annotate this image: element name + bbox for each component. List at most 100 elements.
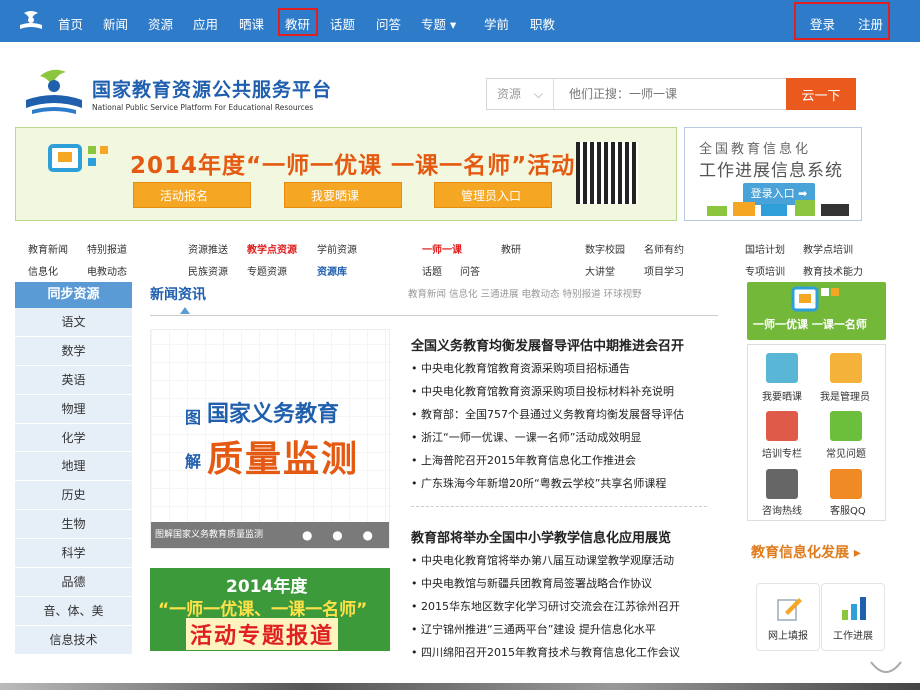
nav-highlight-box (278, 8, 318, 36)
sidebar-item-chinese[interactable]: 语文 (15, 308, 132, 337)
admin-label[interactable]: 我是管理员 (820, 388, 870, 403)
news-item[interactable]: 上海普陀召开2015年教育信息化工作推进会 (411, 449, 721, 472)
qr-code-icon (576, 142, 638, 204)
training-label[interactable]: 培训专栏 (762, 445, 802, 460)
nav-vocational[interactable]: 职教 (530, 14, 555, 33)
activity-banner[interactable]: 2014年度“一师一优课 一课一名师”活动 活动报名 我要晒课 管理员入口 (15, 127, 677, 221)
link-special-report[interactable]: 特别报道 (87, 241, 127, 256)
news-header: 新闻资讯 教育新闻 信息化 三通进展 电教动态 特别报道 环球视野 (150, 282, 718, 316)
news-headline-2[interactable]: 教育部将举办全国中小学教学信息化应用展览 (411, 527, 721, 549)
nav-resources[interactable]: 资源 (148, 14, 173, 33)
sidebar-item-english[interactable]: 英语 (15, 365, 132, 395)
sidebar-item-it[interactable]: 信息技术 (15, 625, 132, 655)
link-resource-push[interactable]: 资源推送 (188, 241, 228, 256)
link-informatization[interactable]: 信息化 (28, 263, 58, 278)
news-tab-indicator (180, 307, 190, 314)
news-item[interactable]: 中央电化教育馆教育资源采购项目投标材料补充说明 (411, 380, 721, 403)
featured-news-slider[interactable]: 图 国家义务教育 解 质量监测 图解国家义务教育质量监测 ● ● ● (150, 329, 390, 549)
link-teaching-research[interactable]: 教研 (501, 241, 521, 256)
link-national-training[interactable]: 国培计划 (745, 241, 785, 256)
nav-news[interactable]: 新闻 (103, 14, 128, 33)
nav-special-dropdown[interactable]: 专题 ▾ (421, 14, 456, 33)
phone-icon[interactable] (766, 469, 798, 499)
show-lesson-button[interactable]: 我要晒课 (284, 182, 402, 208)
bar-chart-icon (842, 597, 866, 620)
news-item[interactable]: 教育部：全国757个县通过义务教育均衡发展督导评估 (411, 403, 721, 426)
news-item[interactable]: 辽宁锦州推进“三通两平台”建设 提升信息化水平 (411, 618, 721, 641)
admin-icon[interactable] (830, 353, 862, 383)
search-category-select[interactable]: 资源 ⌵ (487, 79, 554, 109)
link-edu-news[interactable]: 教育新闻 (28, 241, 68, 256)
news-item[interactable]: 中央电化教育馆教育资源采购项目招标通告 (411, 357, 721, 380)
show-lesson-label[interactable]: 我要晒课 (762, 388, 802, 403)
nav-home[interactable]: 首页 (58, 14, 83, 33)
activity-signup-button[interactable]: 活动报名 (133, 182, 251, 208)
nav-topics[interactable]: 话题 (330, 14, 355, 33)
online-report-tile[interactable]: 网上填报 (756, 583, 820, 651)
top-navigation-bar: 首页 新闻 资源 应用 晒课 教研 话题 问答 专题 ▾ 学前 职教 登录 注册 (0, 0, 920, 42)
admin-entry-button[interactable]: 管理员入口 (434, 182, 552, 208)
site-name: 国家教育资源公共服务平台 (92, 79, 333, 101)
link-teaching-point-training[interactable]: 教学点培训 (803, 241, 853, 256)
news-item[interactable]: 2015华东地区数字化学习研讨交流会在江苏徐州召开 (411, 595, 721, 618)
link-teaching-point-res[interactable]: 教学点资源 (247, 241, 297, 256)
activity-promo-banner[interactable]: 2014年度 “一师一优课、一课一名师” 活动专题报道 (150, 568, 390, 651)
link-special-training[interactable]: 专项培训 (745, 263, 785, 278)
edu-informatization-link[interactable]: 教育信息化发展 ▸ (751, 542, 861, 562)
site-logo-icon[interactable] (18, 9, 44, 33)
link-ethnic-res[interactable]: 民族资源 (188, 263, 228, 278)
link-preschool-res[interactable]: 学前资源 (317, 241, 357, 256)
link-lecture-hall[interactable]: 大讲堂 (585, 263, 615, 278)
hotline-label[interactable]: 咨询热线 (762, 502, 802, 517)
show-lesson-label: 我要晒课 (311, 189, 360, 203)
nav-apps[interactable]: 应用 (193, 14, 218, 33)
sidebar-item-music-pe-art[interactable]: 音、体、美 (15, 596, 132, 626)
link-topic-res[interactable]: 专题资源 (247, 263, 287, 278)
link-famous-teachers[interactable]: 名师有约 (644, 241, 684, 256)
sidebar-item-math[interactable]: 数学 (15, 336, 132, 366)
news-item[interactable]: 中央电化教育馆将举办第八届互动课堂教学观摩活动 (411, 549, 721, 572)
link-topics[interactable]: 话题 (422, 263, 442, 278)
nav-preschool[interactable]: 学前 (484, 14, 509, 33)
faq-label[interactable]: 常见问题 (826, 445, 866, 460)
site-name-en: National Public Service Platform For Edu… (92, 103, 314, 112)
search-input[interactable] (555, 79, 785, 109)
link-project-learning[interactable]: 项目学习 (644, 263, 684, 278)
sidebar-item-morality[interactable]: 品德 (15, 568, 132, 597)
sidebar-item-history[interactable]: 历史 (15, 481, 132, 511)
show-lesson-icon[interactable] (766, 353, 798, 383)
link-av-news[interactable]: 电教动态 (87, 263, 127, 278)
news-item[interactable]: 中央电教馆与新疆兵团教育局签署战略合作协议 (411, 572, 721, 595)
qq-icon[interactable] (830, 469, 862, 499)
link-qa[interactable]: 问答 (460, 263, 480, 278)
search-button[interactable]: 云一下 (786, 78, 856, 110)
info-system-panel[interactable]: 全国教育信息化 工作进展信息系统 登录入口 ➡ (684, 127, 862, 221)
news-item[interactable]: 浙江“一师一优课、一课一名师”活动成效明显 (411, 426, 721, 449)
training-icon[interactable] (766, 411, 798, 441)
qq-label[interactable]: 客服QQ (830, 502, 866, 517)
sidebar-item-chemistry[interactable]: 化学 (15, 423, 132, 453)
promo-line-3: 活动专题报道 (186, 618, 339, 650)
scroll-arc-icon[interactable] (868, 656, 904, 678)
sidebar-item-physics[interactable]: 物理 (15, 394, 132, 424)
news-headline-1[interactable]: 全国义务教育均衡发展督导评估中期推进会召开 (411, 335, 721, 357)
link-one-teacher-one-lesson[interactable]: 一师一课 (422, 241, 462, 256)
sidebar-item-biology[interactable]: 生物 (15, 510, 132, 540)
news-item[interactable]: 广东珠海今年新增20所“粤教云学校”共享名师课程 (411, 472, 721, 495)
sidebar-item-science[interactable]: 科学 (15, 539, 132, 569)
slider-dots[interactable]: ● ● ● (302, 522, 381, 548)
link-digital-campus[interactable]: 数字校园 (585, 241, 625, 256)
news-item[interactable]: 四川绵阳召开2015年教育技术与教育信息化工作会议 (411, 641, 721, 664)
nav-qa[interactable]: 问答 (376, 14, 401, 33)
news-category-tabs[interactable]: 教育新闻 信息化 三通进展 电教动态 特别报道 环球视野 (408, 286, 642, 300)
link-edu-tech-ability[interactable]: 教育技术能力 (803, 263, 863, 278)
link-resource-library[interactable]: 资源库 (317, 263, 347, 278)
one-teacher-banner[interactable]: 一师一优课 一课一名师 (747, 282, 886, 340)
register-link[interactable]: 注册 (858, 14, 883, 33)
sidebar-item-geography[interactable]: 地理 (15, 452, 132, 482)
login-link[interactable]: 登录 (810, 14, 835, 33)
nav-show-lesson[interactable]: 晒课 (239, 14, 264, 33)
platform-logo-icon[interactable] (22, 66, 86, 118)
work-progress-tile[interactable]: 工作进展 (821, 583, 885, 651)
faq-icon[interactable] (830, 411, 862, 441)
